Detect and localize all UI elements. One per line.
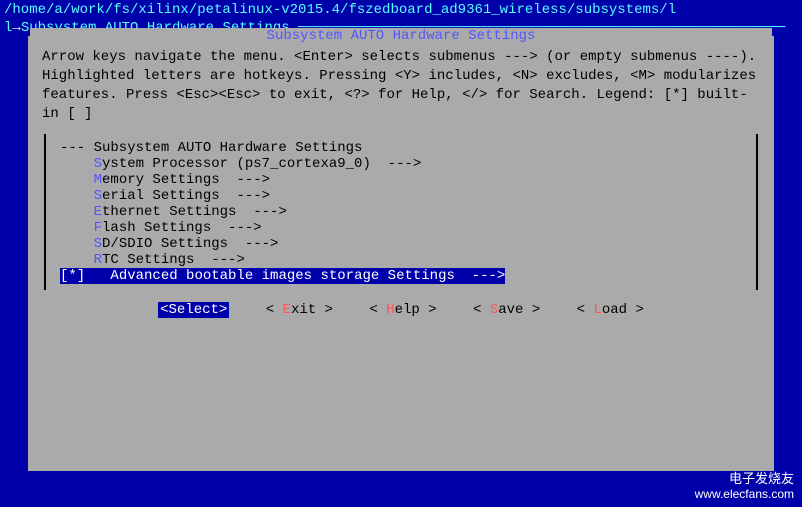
dialog-title: Subsystem AUTO Hardware Settings bbox=[30, 28, 772, 44]
dialog-box: Subsystem AUTO Hardware Settings Arrow k… bbox=[28, 36, 774, 471]
select-button[interactable]: <Select> bbox=[158, 302, 229, 318]
menu-item[interactable]: Flash Settings ---> bbox=[46, 220, 756, 236]
button-bar: <Select> < Exit > < Help > < Save > < Lo… bbox=[30, 298, 772, 326]
menu-item[interactable]: RTC Settings ---> bbox=[46, 252, 756, 268]
help-button[interactable]: < Help > bbox=[369, 302, 436, 318]
menu-item[interactable]: Ethernet Settings ---> bbox=[46, 204, 756, 220]
watermark: 电子发烧友 www.elecfans.com bbox=[695, 468, 794, 501]
load-button[interactable]: < Load > bbox=[577, 302, 644, 318]
menu-item[interactable]: System Processor (ps7_cortexa9_0) ---> bbox=[46, 156, 756, 172]
menu-item-selected[interactable]: [*] Advanced bootable images storage Set… bbox=[46, 268, 756, 284]
menu-list: --- Subsystem AUTO Hardware Settings Sys… bbox=[44, 134, 758, 290]
menu-item[interactable]: Serial Settings ---> bbox=[46, 188, 756, 204]
path-line: /home/a/work/fs/xilinx/petalinux-v2015.4… bbox=[0, 0, 802, 20]
menu-item[interactable]: Memory Settings ---> bbox=[46, 172, 756, 188]
help-text: Arrow keys navigate the menu. <Enter> se… bbox=[30, 44, 772, 128]
save-button[interactable]: < Save > bbox=[473, 302, 540, 318]
menu-item[interactable]: SD/SDIO Settings ---> bbox=[46, 236, 756, 252]
exit-button[interactable]: < Exit > bbox=[266, 302, 333, 318]
menu-header: --- Subsystem AUTO Hardware Settings bbox=[46, 140, 756, 156]
